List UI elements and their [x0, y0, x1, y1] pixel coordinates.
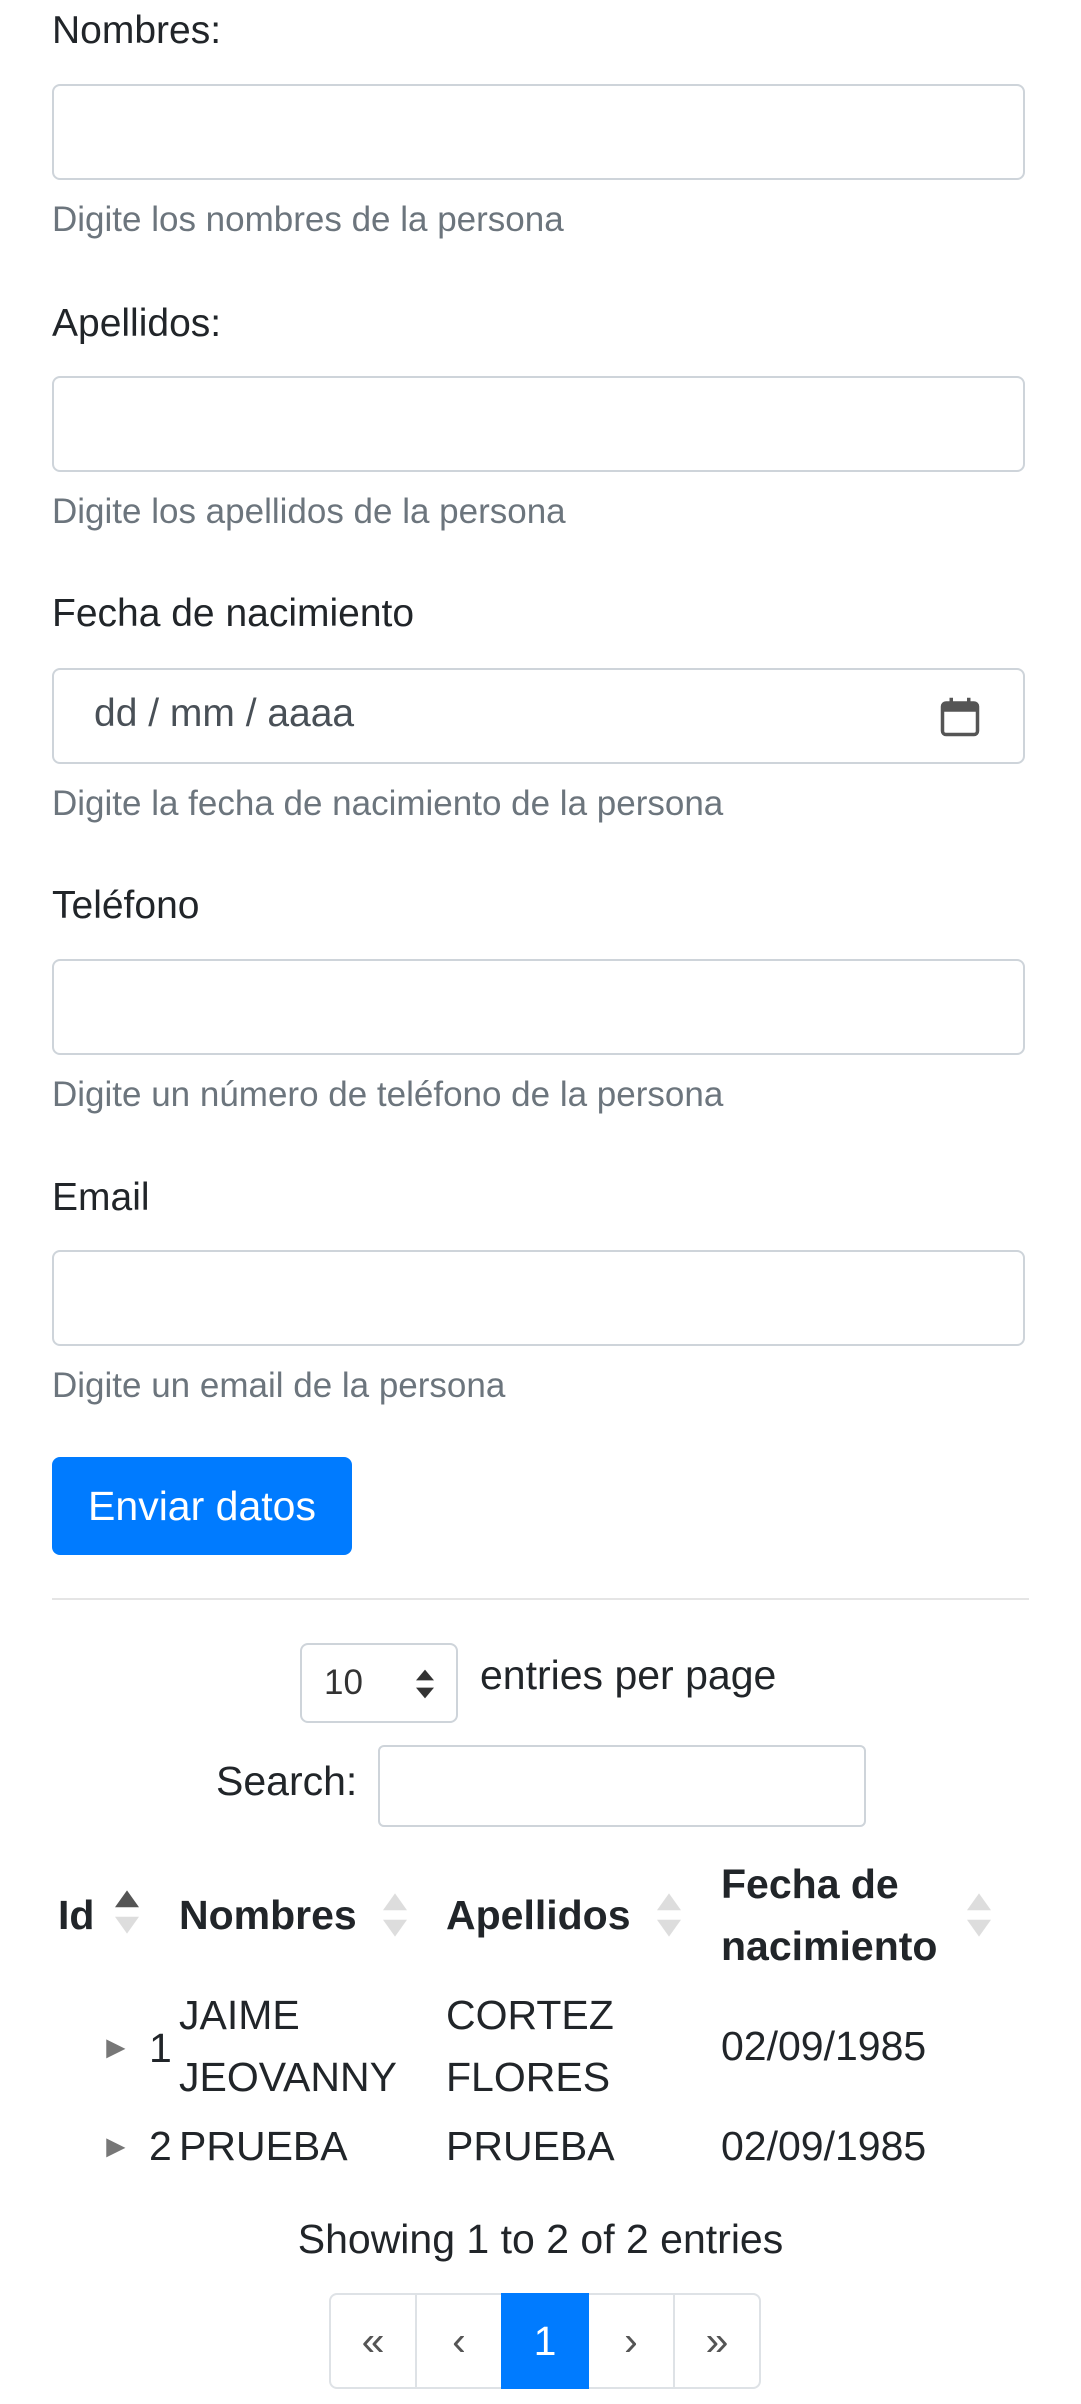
cell-id: 2: [149, 2123, 172, 2169]
apellidos-input[interactable]: [52, 376, 1025, 472]
cell-fecha: 02/09/1985: [721, 2123, 927, 2169]
fecha-input[interactable]: dd / mm / aaaa: [52, 668, 1025, 764]
fecha-help: Digite la fecha de nacimiento de la pers…: [52, 784, 724, 823]
cell-fecha: 02/09/1985: [721, 2023, 927, 2069]
showing-entries-info: Showing 1 to 2 of 2 entries: [297, 2216, 784, 2262]
search-input[interactable]: [378, 1745, 866, 1827]
email-label: Email: [52, 1176, 150, 1219]
email-help: Digite un email de la persona: [52, 1366, 506, 1405]
pagination: « ‹ 1 › »: [329, 2293, 761, 2389]
header-nombres[interactable]: Nombres: [179, 1884, 357, 1946]
previous-page-button[interactable]: ‹: [415, 2293, 503, 2389]
search-label: Search:: [216, 1758, 358, 1804]
nombres-label: Nombres:: [52, 9, 222, 52]
select-arrows-icon: [416, 1669, 434, 1699]
calendar-icon[interactable]: [939, 696, 981, 738]
telefono-label: Teléfono: [52, 884, 200, 927]
cell-apellidos: FLORES: [446, 2054, 611, 2100]
expand-row-icon[interactable]: ►: [100, 2128, 132, 2165]
divider: [52, 1598, 1029, 1600]
nombres-help: Digite los nombres de la persona: [52, 200, 564, 239]
cell-nombres: PRUEBA: [179, 2123, 348, 2169]
cell-id: 1: [149, 2025, 172, 2071]
header-apellidos[interactable]: Apellidos: [446, 1884, 631, 1946]
page-size-value: 10: [324, 1663, 363, 1702]
sort-icon[interactable]: [656, 1891, 682, 1939]
header-id[interactable]: Id: [58, 1884, 94, 1946]
sort-asc-icon[interactable]: [114, 1888, 140, 1936]
fecha-label: Fecha de nacimiento: [52, 592, 415, 635]
page-1-button[interactable]: 1: [501, 2293, 589, 2389]
apellidos-label: Apellidos:: [52, 302, 222, 345]
email-input[interactable]: [52, 1250, 1025, 1346]
telefono-help: Digite un número de teléfono de la perso…: [52, 1075, 724, 1114]
fecha-placeholder: dd / mm / aaaa: [94, 692, 355, 735]
expand-row-icon[interactable]: ►: [100, 2029, 132, 2066]
first-page-button[interactable]: «: [329, 2293, 417, 2389]
cell-apellidos: CORTEZ: [446, 1992, 614, 2038]
cell-nombres: JEOVANNY: [179, 2054, 397, 2100]
submit-button[interactable]: Enviar datos: [52, 1457, 352, 1555]
entries-per-page-label: entries per page: [480, 1652, 777, 1698]
next-page-button[interactable]: ›: [587, 2293, 675, 2389]
nombres-input[interactable]: [52, 84, 1025, 180]
sort-icon[interactable]: [966, 1891, 992, 1939]
page-size-select[interactable]: 10: [300, 1643, 458, 1723]
cell-nombres: JAIME: [179, 1992, 300, 2038]
last-page-button[interactable]: »: [673, 2293, 761, 2389]
cell-apellidos: PRUEBA: [446, 2123, 615, 2169]
apellidos-help: Digite los apellidos de la persona: [52, 492, 566, 531]
sort-icon[interactable]: [382, 1891, 408, 1939]
telefono-input[interactable]: [52, 959, 1025, 1055]
header-fecha-line1[interactable]: Fecha de: [721, 1853, 899, 1915]
header-fecha-line2[interactable]: nacimiento: [721, 1915, 937, 1977]
